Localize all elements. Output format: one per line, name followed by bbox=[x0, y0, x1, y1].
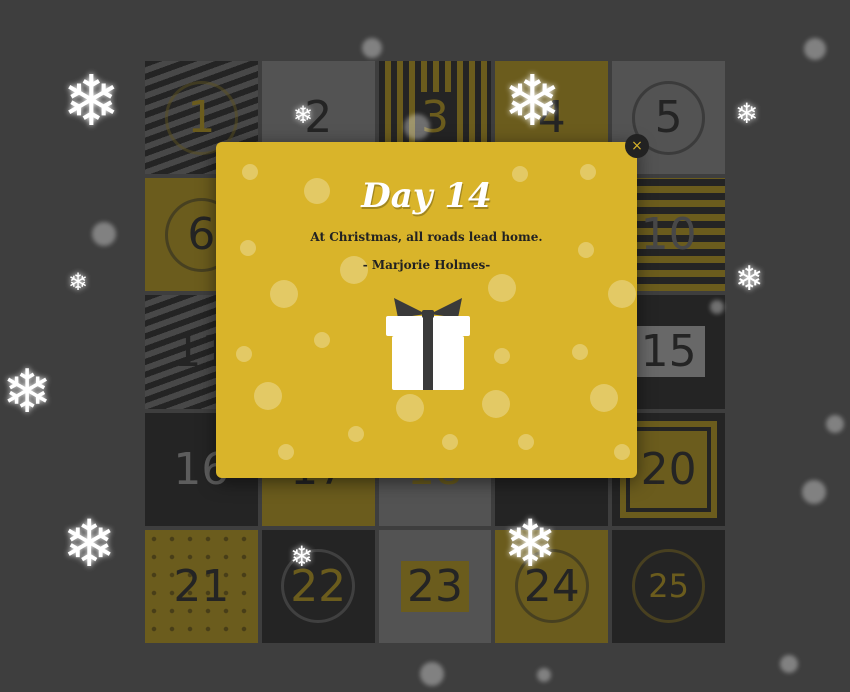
close-button[interactable]: × bbox=[625, 134, 649, 158]
day-popup-modal: Day 14 At Christmas, all roads lead home… bbox=[216, 142, 637, 478]
day-number: 15 bbox=[632, 326, 705, 378]
day-number: 10 bbox=[640, 209, 697, 261]
day-number: 1 bbox=[187, 92, 216, 144]
snow-bokeh bbox=[780, 655, 798, 673]
snow-bokeh bbox=[92, 222, 116, 246]
calendar-day-22[interactable]: 22 bbox=[261, 529, 375, 643]
snowflake-icon: ❄ bbox=[735, 259, 764, 299]
snow-bokeh bbox=[404, 114, 430, 140]
snow-bokeh bbox=[420, 662, 444, 686]
day-number: 20 bbox=[640, 443, 697, 495]
snowflake-icon: ❄ bbox=[293, 101, 314, 129]
snow-bokeh bbox=[710, 300, 724, 314]
snow-bokeh bbox=[802, 480, 826, 504]
gift-icon bbox=[386, 298, 470, 390]
snowflake-icon: ❄ bbox=[735, 97, 759, 130]
snowflake-icon: ❄ bbox=[62, 507, 117, 582]
day-number: 21 bbox=[173, 560, 230, 612]
snowflake-icon: ❄ bbox=[62, 60, 121, 142]
calendar-day-21[interactable]: 21 bbox=[145, 529, 258, 643]
snowflake-icon: ❄ bbox=[68, 268, 89, 296]
snowflake-icon: ❄ bbox=[290, 540, 314, 573]
modal-author: - Marjorie Holmes- bbox=[362, 258, 491, 272]
calendar-day-25[interactable]: 25 bbox=[612, 529, 725, 643]
day-number: 23 bbox=[400, 560, 469, 612]
snow-bokeh bbox=[362, 38, 382, 58]
snow-bokeh bbox=[804, 38, 826, 60]
day-number: 6 bbox=[187, 209, 216, 261]
calendar-day-23[interactable]: 23 bbox=[378, 529, 492, 643]
day-number: 5 bbox=[654, 92, 683, 144]
snowflake-icon: ❄ bbox=[2, 357, 53, 427]
day-number: 25 bbox=[648, 567, 689, 606]
snowflake-icon: ❄ bbox=[503, 507, 558, 582]
snow-bokeh bbox=[537, 668, 551, 682]
modal-quote: At Christmas, all roads lead home. bbox=[310, 230, 543, 244]
snowflake-icon: ❄ bbox=[503, 60, 562, 142]
modal-title: Day 14 bbox=[361, 176, 492, 216]
snow-bokeh bbox=[826, 415, 844, 433]
